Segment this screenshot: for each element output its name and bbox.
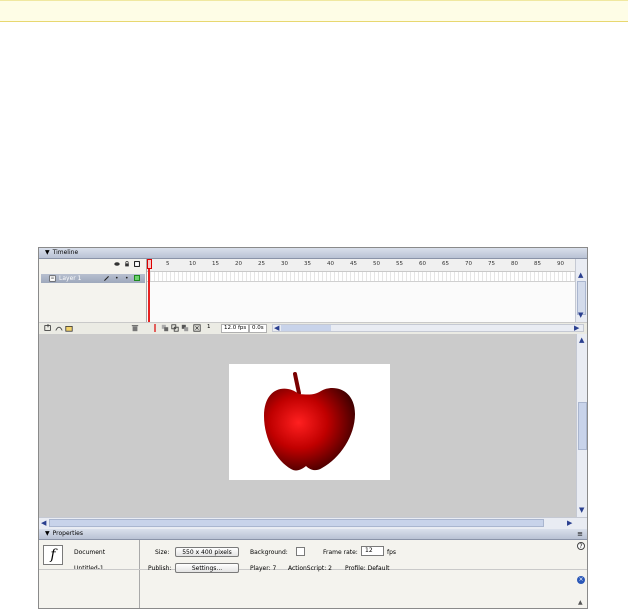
properties-title: Properties — [52, 530, 83, 537]
layer-icon — [49, 275, 56, 282]
publish-label: Publish: — [148, 565, 172, 572]
ruler-tick: 10 — [189, 261, 196, 267]
layer-toggle-icons — [114, 261, 140, 267]
onion-skin-outlines-icon[interactable] — [171, 324, 179, 332]
insert-layer-icon[interactable] — [44, 324, 52, 332]
ruler-tick: 65 — [442, 261, 449, 267]
properties-left-column: f Document Untitled-1 — [39, 540, 140, 608]
timeline-panel-header[interactable]: ▼ Timeline — [39, 248, 587, 259]
ruler-tick: 20 — [235, 261, 242, 267]
close-icon[interactable]: × — [577, 576, 585, 584]
scroll-up-icon[interactable]: ▲ — [579, 336, 584, 344]
lock-icon[interactable] — [124, 261, 130, 267]
ruler-tick: 30 — [281, 261, 288, 267]
collapse-triangle-icon[interactable]: ▼ — [45, 529, 50, 539]
flash-workspace: ▼Timeline Layer 1 • • 151015202530354045… — [38, 247, 588, 609]
properties-panel: f Document Untitled-1 Size: 550 x 400 pi… — [39, 540, 587, 608]
timeline-hscroll-thumb[interactable] — [281, 325, 331, 331]
ruler-tick: 25 — [258, 261, 265, 267]
ruler-tick: 90 — [557, 261, 564, 267]
modify-onion-markers-icon[interactable] — [193, 324, 201, 332]
layer-name: Layer 1 — [59, 275, 82, 282]
timeline-vscroll-thumb[interactable] — [577, 281, 586, 315]
help-icon[interactable]: ? — [577, 542, 585, 550]
visibility-dot-icon[interactable]: • — [115, 274, 119, 283]
outline-color-swatch[interactable] — [134, 275, 140, 281]
onion-skin-icon[interactable] — [161, 324, 169, 332]
frame-rate-input[interactable]: 12 — [361, 546, 384, 556]
frame-rate-label: Frame rate: — [323, 549, 358, 556]
ruler-tick: 70 — [465, 261, 472, 267]
elapsed-time: 0.0s — [249, 324, 267, 333]
pencil-icon — [104, 276, 109, 281]
background-color-swatch[interactable] — [296, 547, 305, 556]
scroll-down-icon[interactable]: ▼ — [579, 506, 584, 514]
edit-multiple-frames-icon[interactable] — [181, 324, 189, 332]
background-label: Background: — [250, 549, 288, 556]
collapse-triangle-icon[interactable]: ▼ — [45, 248, 50, 258]
lock-dot-icon[interactable]: • — [125, 274, 129, 283]
scroll-up-icon[interactable]: ▲ — [578, 271, 583, 279]
profile-label: Profile: Default — [345, 565, 390, 572]
frame-ruler[interactable]: 151015202530354045505560657075808590 — [147, 259, 575, 272]
timeline-title: Timeline — [52, 249, 79, 256]
player-version: Player: 7 — [250, 565, 277, 572]
scroll-left-icon[interactable]: ◀ — [274, 324, 279, 332]
scroll-right-icon[interactable]: ▶ — [574, 324, 579, 332]
current-frame: 1 — [207, 324, 211, 330]
insert-folder-icon[interactable] — [65, 324, 73, 332]
frame-row-layer-1[interactable] — [147, 272, 575, 282]
document-canvas[interactable] — [229, 364, 390, 480]
notification-bar — [0, 0, 628, 22]
properties-panel-header[interactable]: ▼ Properties ≡ — [39, 529, 587, 540]
scroll-right-icon[interactable]: ▶ — [567, 519, 572, 527]
ruler-tick: 45 — [350, 261, 357, 267]
delete-layer-trash-icon[interactable] — [131, 324, 139, 332]
ruler-tick: 85 — [534, 261, 541, 267]
publish-settings-button[interactable]: Settings... — [175, 563, 239, 573]
eye-icon[interactable] — [114, 261, 120, 267]
timeline-vertical-scrollbar[interactable]: ▲ ▼ — [575, 259, 587, 322]
expand-properties-icon[interactable]: ▲ — [578, 599, 583, 606]
stage-horizontal-scrollbar[interactable]: ◀ ▶ — [39, 517, 587, 529]
timeline-status-bar: 1 12.0 fps 0.0s ◀ ▶ — [39, 322, 587, 334]
add-motion-guide-icon[interactable] — [55, 324, 63, 332]
ruler-tick: 50 — [373, 261, 380, 267]
stage-vertical-scrollbar[interactable]: ▲ ▼ — [576, 334, 587, 517]
document-type-label: Document — [74, 549, 106, 556]
ruler-tick: 75 — [488, 261, 495, 267]
playhead-handle[interactable] — [147, 259, 152, 269]
center-frame-icon[interactable] — [151, 324, 159, 332]
timeline-horizontal-scrollbar[interactable]: ◀ ▶ — [272, 324, 584, 332]
ruler-tick: 15 — [212, 261, 219, 267]
frame-rate-display: 12.0 fps — [221, 324, 250, 333]
stage-area[interactable] — [39, 334, 576, 517]
flash-document-icon: f — [43, 545, 63, 565]
ruler-tick: 60 — [419, 261, 426, 267]
actionscript-version: ActionScript: 2 — [288, 565, 332, 572]
properties-menu-icon[interactable]: ≡ — [577, 529, 583, 539]
fps-label: fps — [387, 549, 397, 556]
document-size-button[interactable]: 550 x 400 pixels — [175, 547, 239, 557]
ruler-tick: 40 — [327, 261, 334, 267]
layer-row[interactable]: Layer 1 • • — [41, 274, 145, 283]
scroll-left-icon[interactable]: ◀ — [41, 519, 46, 527]
outline-icon[interactable] — [134, 261, 140, 267]
size-label: Size: — [155, 549, 170, 556]
scroll-down-icon[interactable]: ▼ — [578, 311, 583, 319]
stage-vscroll-thumb[interactable] — [578, 402, 587, 450]
ruler-tick: 35 — [304, 261, 311, 267]
ruler-tick: 55 — [396, 261, 403, 267]
stage-hscroll-thumb[interactable] — [49, 519, 544, 527]
ruler-tick: 80 — [511, 261, 518, 267]
apple-graphic[interactable] — [229, 364, 390, 480]
ruler-tick: 5 — [166, 261, 170, 267]
